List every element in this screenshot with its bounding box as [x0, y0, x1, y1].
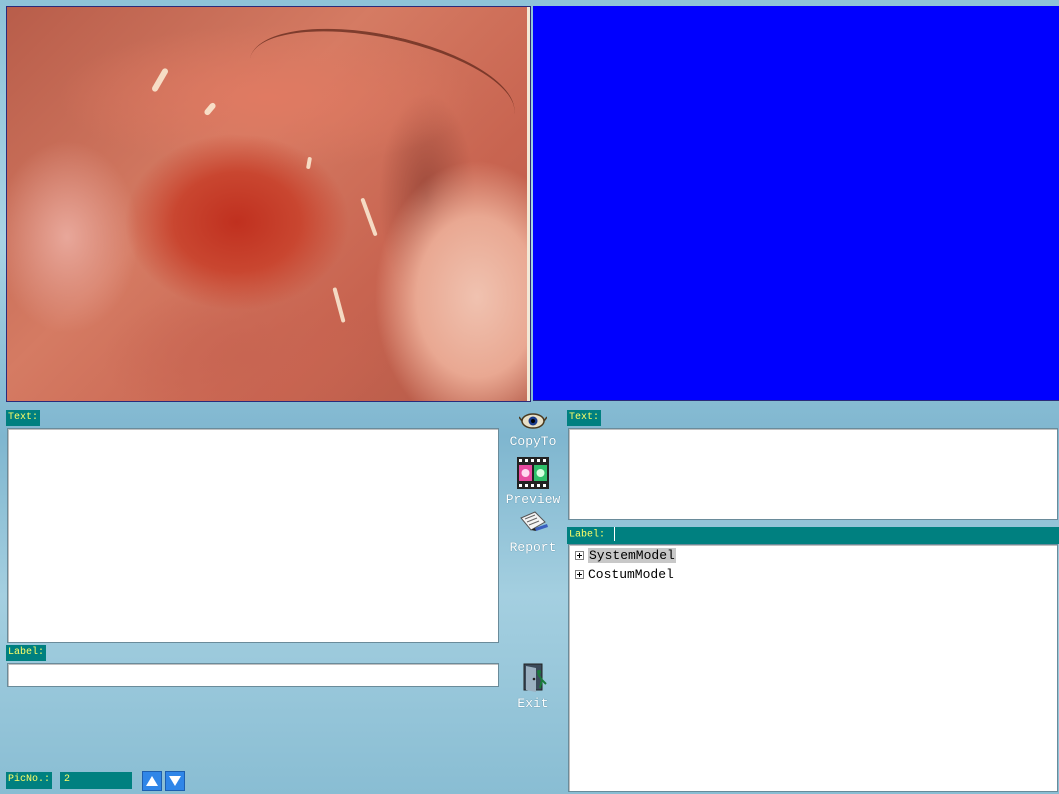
tree-item-costummodel[interactable]: CostumModel — [575, 566, 674, 584]
left-text-area[interactable] — [7, 428, 499, 643]
eye-icon — [519, 413, 547, 429]
arrow-up-icon — [146, 776, 158, 786]
preview-button[interactable]: Preview — [503, 456, 563, 507]
next-picture-button[interactable] — [165, 771, 185, 791]
right-label-bar: Label: — [567, 527, 1059, 544]
app-window: Text: Label: PicNo.: 2 CopyTo Preview Re… — [0, 0, 1059, 794]
film-icon — [517, 457, 549, 489]
image-highlight — [150, 67, 170, 93]
picno-value[interactable]: 2 — [60, 772, 132, 789]
right-label-tag: Label: — [569, 529, 606, 541]
image-highlight — [332, 287, 346, 323]
report-button[interactable]: Report — [503, 510, 563, 555]
image-tissue-fold — [239, 8, 525, 165]
copyto-button[interactable]: CopyTo — [503, 410, 563, 449]
captured-image-right[interactable] — [533, 6, 1059, 401]
expand-plus-icon[interactable] — [575, 551, 584, 561]
model-tree[interactable]: SystemModel CostumModel — [568, 544, 1058, 792]
exit-button[interactable]: Exit — [503, 662, 563, 711]
image-highlight — [305, 156, 313, 170]
exit-label: Exit — [517, 696, 549, 711]
arrow-down-icon — [169, 776, 181, 786]
prev-picture-button[interactable] — [142, 771, 162, 791]
captured-image-left[interactable] — [6, 6, 531, 402]
right-label-divider — [614, 527, 616, 541]
preview-label: Preview — [505, 492, 561, 507]
image-highlight — [203, 101, 217, 117]
image-highlight — [360, 197, 378, 237]
tree-item-systemmodel[interactable]: SystemModel — [575, 547, 676, 565]
report-label: Report — [509, 540, 557, 555]
right-text-tag: Text: — [567, 410, 602, 426]
tree-item-label: CostumModel — [588, 567, 674, 582]
exit-door-icon — [523, 663, 547, 692]
copyto-label: CopyTo — [509, 434, 557, 449]
picno-tag: PicNo.: — [6, 772, 53, 789]
right-text-area[interactable] — [568, 428, 1058, 520]
image-border — [527, 7, 530, 401]
left-text-tag: Text: — [6, 410, 41, 426]
left-label-tag: Label: — [6, 645, 47, 661]
tree-item-label: SystemModel — [588, 548, 676, 563]
left-label-input[interactable] — [7, 663, 499, 687]
expand-plus-icon[interactable] — [575, 570, 584, 580]
document-pen-icon — [520, 511, 548, 531]
